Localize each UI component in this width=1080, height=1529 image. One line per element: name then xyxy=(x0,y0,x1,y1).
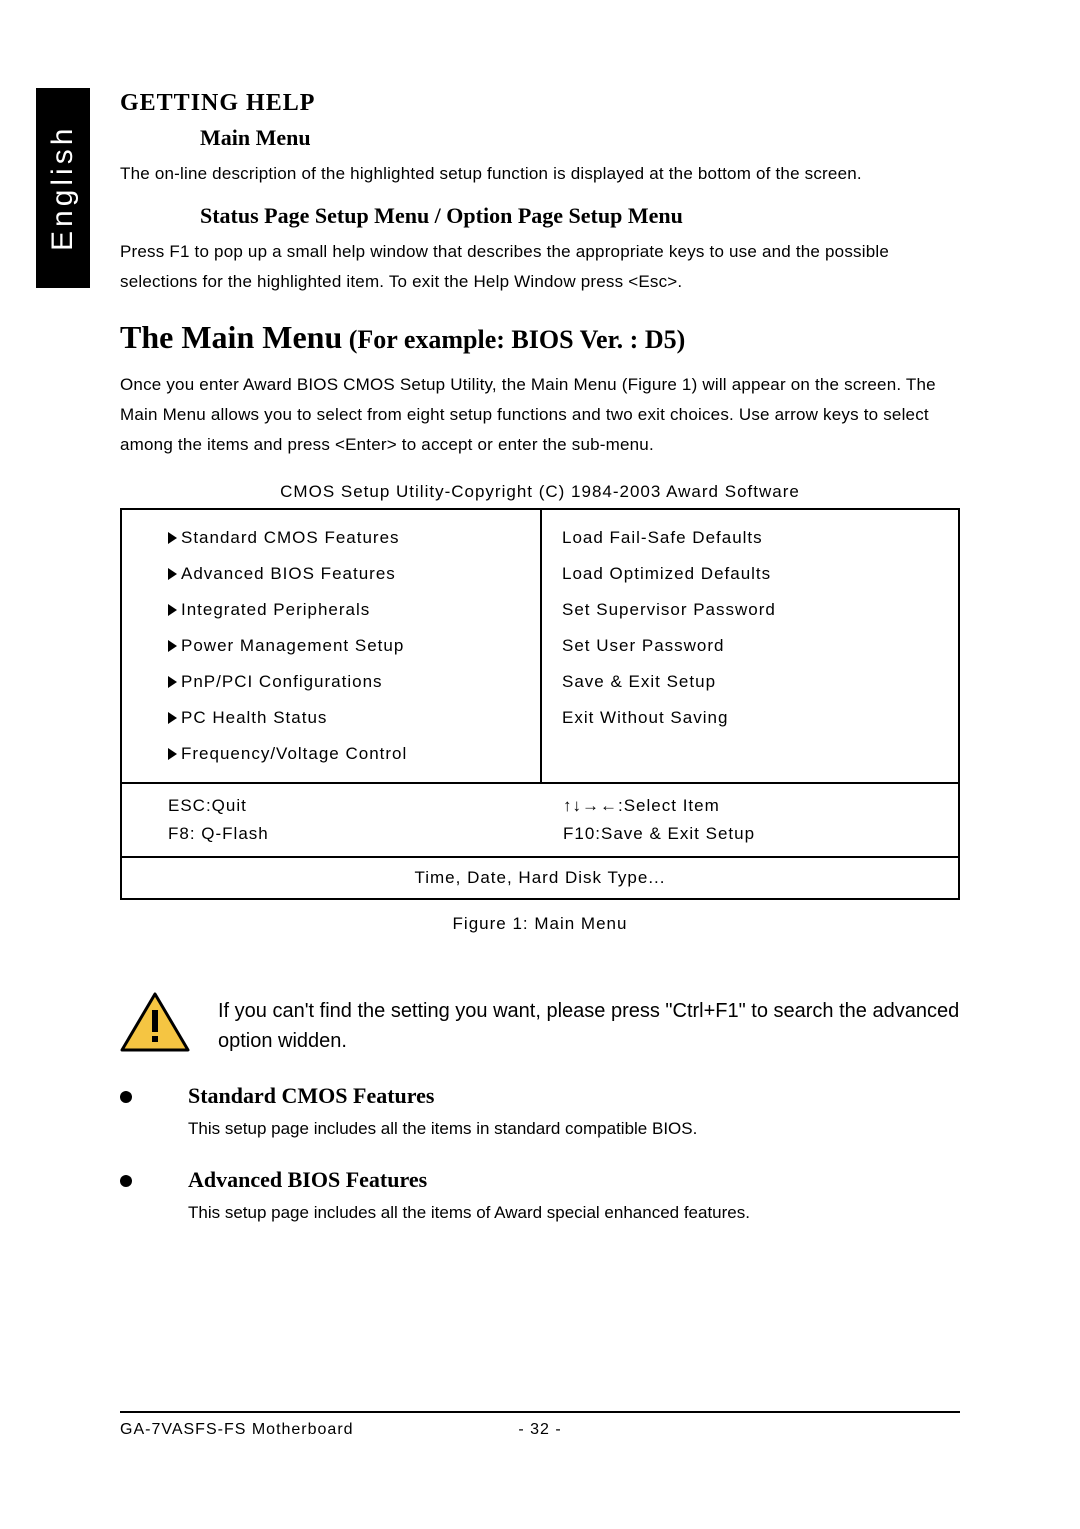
footer-page-number: - 32 - xyxy=(480,1421,600,1439)
bios-item-load-failsafe[interactable]: Load Fail-Safe Defaults xyxy=(562,520,958,556)
main-menu-subheading: Main Menu xyxy=(200,125,960,151)
bios-item-label: Set Supervisor Password xyxy=(562,600,776,620)
bios-item-label: Load Fail-Safe Defaults xyxy=(562,528,763,548)
figure-caption: Figure 1: Main Menu xyxy=(120,914,960,934)
warning-text: If you can't find the setting you want, … xyxy=(218,996,960,1056)
page-footer: GA-7VASFS-FS Motherboard - 32 - xyxy=(120,1411,960,1439)
bios-key-arrows: ↑↓→←:Select Item xyxy=(563,792,958,820)
bios-menu-columns: Standard CMOS Features Advanced BIOS Fea… xyxy=(122,510,958,784)
bios-item-label: Advanced BIOS Features xyxy=(181,564,396,584)
bios-key-hints: ESC:Quit F8: Q-Flash ↑↓→←:Select Item F1… xyxy=(122,784,958,858)
bios-key-col-left: ESC:Quit F8: Q-Flash xyxy=(168,792,563,848)
bullet-desc: This setup page includes all the items o… xyxy=(188,1199,960,1227)
bios-item-pc-health[interactable]: PC Health Status xyxy=(168,700,540,736)
bios-item-load-optimized[interactable]: Load Optimized Defaults xyxy=(562,556,958,592)
bios-item-pnp-pci[interactable]: PnP/PCI Configurations xyxy=(168,664,540,700)
main-menu-help-text: The on-line description of the highlight… xyxy=(120,159,960,189)
getting-help-heading: GETTING HELP xyxy=(120,90,960,117)
bios-left-column: Standard CMOS Features Advanced BIOS Fea… xyxy=(122,510,540,782)
bios-key-col-right: ↑↓→←:Select Item F10:Save & Exit Setup xyxy=(563,792,958,848)
bios-item-label: Power Management Setup xyxy=(181,636,404,656)
bios-item-standard-cmos[interactable]: Standard CMOS Features xyxy=(168,520,540,556)
bios-item-label: Set User Password xyxy=(562,636,725,656)
bullet-advanced-bios: Advanced BIOS Features This setup page i… xyxy=(120,1167,960,1227)
warning-block: If you can't find the setting you want, … xyxy=(120,992,960,1059)
bios-item-label: PnP/PCI Configurations xyxy=(181,672,383,692)
bios-caption-top: CMOS Setup Utility-Copyright (C) 1984-20… xyxy=(120,482,960,502)
bios-key-f10: F10:Save & Exit Setup xyxy=(563,820,958,848)
bullet-standard-cmos: Standard CMOS Features This setup page i… xyxy=(120,1083,960,1143)
bios-item-save-exit[interactable]: Save & Exit Setup xyxy=(562,664,958,700)
bios-key-f8: F8: Q-Flash xyxy=(168,820,563,848)
triangle-icon xyxy=(168,532,177,544)
main-menu-intro: Once you enter Award BIOS CMOS Setup Uti… xyxy=(120,370,960,460)
triangle-icon xyxy=(168,748,177,760)
bios-item-label: Exit Without Saving xyxy=(562,708,728,728)
status-page-help-text: Press F1 to pop up a small help window t… xyxy=(120,237,960,297)
main-menu-title-example: (For example: BIOS Ver. : D5) xyxy=(342,325,685,354)
bios-item-label: Load Optimized Defaults xyxy=(562,564,771,584)
bios-item-label: Frequency/Voltage Control xyxy=(181,744,407,764)
bios-menu-box: Standard CMOS Features Advanced BIOS Fea… xyxy=(120,508,960,900)
bios-right-column: Load Fail-Safe Defaults Load Optimized D… xyxy=(540,510,958,782)
triangle-icon xyxy=(168,676,177,688)
bios-key-esc: ESC:Quit xyxy=(168,792,563,820)
bios-item-supervisor-password[interactable]: Set Supervisor Password xyxy=(562,592,958,628)
bios-item-label: Standard CMOS Features xyxy=(181,528,400,548)
bios-item-advanced-bios[interactable]: Advanced BIOS Features xyxy=(168,556,540,592)
bios-item-integrated-peripherals[interactable]: Integrated Peripherals xyxy=(168,592,540,628)
triangle-icon xyxy=(168,604,177,616)
bullet-body: Advanced BIOS Features This setup page i… xyxy=(188,1167,960,1227)
bullet-title: Standard CMOS Features xyxy=(188,1083,960,1109)
footer-product: GA-7VASFS-FS Motherboard xyxy=(120,1421,480,1439)
bullet-icon xyxy=(120,1175,132,1187)
triangle-icon xyxy=(168,568,177,580)
main-menu-title: The Main Menu (For example: BIOS Ver. : … xyxy=(120,319,960,356)
triangle-icon xyxy=(168,712,177,724)
bullet-title: Advanced BIOS Features xyxy=(188,1167,960,1193)
footer-spacer xyxy=(600,1421,960,1439)
warning-icon xyxy=(120,992,190,1059)
bios-item-label: PC Health Status xyxy=(181,708,327,728)
status-page-subheading: Status Page Setup Menu / Option Page Set… xyxy=(200,203,960,229)
bios-item-label: Integrated Peripherals xyxy=(181,600,370,620)
bios-item-label: Save & Exit Setup xyxy=(562,672,716,692)
content-area: GETTING HELP Main Menu The on-line descr… xyxy=(120,90,960,1227)
bios-item-freq-voltage[interactable]: Frequency/Voltage Control xyxy=(168,736,540,772)
page: English GETTING HELP Main Menu The on-li… xyxy=(0,0,1080,1529)
bullet-icon xyxy=(120,1091,132,1103)
bios-item-user-password[interactable]: Set User Password xyxy=(562,628,958,664)
bios-item-power-management[interactable]: Power Management Setup xyxy=(168,628,540,664)
bullet-desc: This setup page includes all the items i… xyxy=(188,1115,960,1143)
main-menu-title-main: The Main Menu xyxy=(120,319,342,355)
triangle-icon xyxy=(168,640,177,652)
bullet-body: Standard CMOS Features This setup page i… xyxy=(188,1083,960,1143)
bios-bottom-hint: Time, Date, Hard Disk Type... xyxy=(122,858,958,898)
bios-item-exit-nosave[interactable]: Exit Without Saving xyxy=(562,700,958,736)
language-tab: English xyxy=(36,88,90,288)
